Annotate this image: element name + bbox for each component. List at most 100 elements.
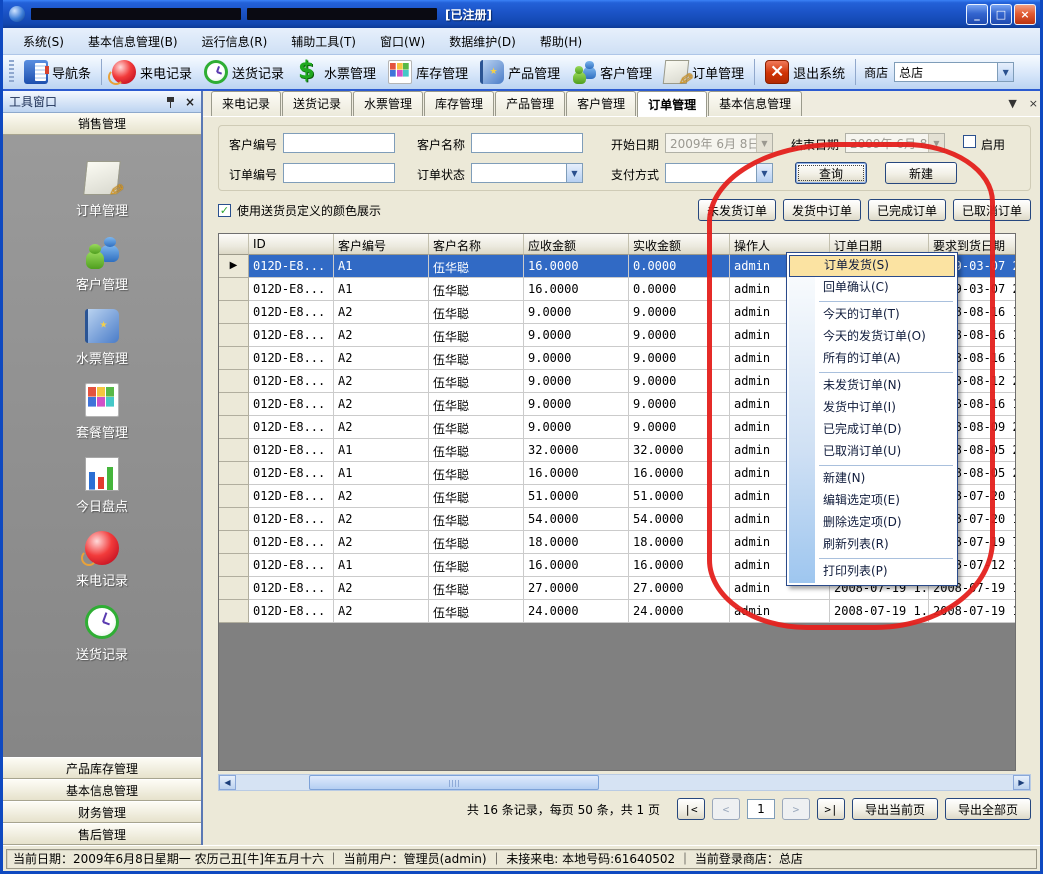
context-menu-item[interactable]: 今天的发货订单(O) bbox=[789, 326, 955, 348]
enable-checkbox[interactable] bbox=[963, 135, 976, 148]
status-filter-button[interactable]: 发货中订单 bbox=[783, 199, 861, 221]
new-button[interactable]: 新建 bbox=[885, 162, 957, 184]
context-menu-item[interactable]: 所有的订单(A) bbox=[789, 348, 955, 370]
sidebar-item-package-grid[interactable]: 套餐管理 bbox=[76, 383, 128, 441]
query-button[interactable]: 查询 bbox=[795, 162, 867, 184]
status-filter-button[interactable]: 已取消订单 bbox=[953, 199, 1031, 221]
tab-库存管理[interactable]: 库存管理 bbox=[424, 91, 494, 116]
export-all-pages-button[interactable]: 导出全部页 bbox=[945, 798, 1031, 820]
sidebar-section-bar[interactable]: 基本信息管理 bbox=[3, 779, 201, 801]
menubar-item[interactable]: 窗口(W) bbox=[368, 29, 437, 54]
scroll-right-icon[interactable]: ▶ bbox=[1013, 775, 1030, 790]
tab-客户管理[interactable]: 客户管理 bbox=[566, 91, 636, 116]
sidebar-item-call-bell[interactable]: 来电记录 bbox=[76, 531, 128, 589]
tab-来电记录[interactable]: 来电记录 bbox=[211, 91, 281, 116]
tab-基本信息管理[interactable]: 基本信息管理 bbox=[708, 91, 802, 116]
close-button[interactable]: × bbox=[1014, 4, 1036, 25]
toolbar-button-delivery-clock[interactable]: 送货记录 bbox=[198, 58, 290, 86]
toolbar-button-inventory-grid[interactable]: 库存管理 bbox=[382, 58, 474, 86]
context-menu-item[interactable]: 未发货订单(N) bbox=[789, 375, 955, 397]
menubar-item[interactable]: 帮助(H) bbox=[528, 29, 594, 54]
toolbar-button-customers[interactable]: 客户管理 bbox=[566, 58, 658, 86]
export-current-page-button[interactable]: 导出当前页 bbox=[852, 798, 938, 820]
menubar-item[interactable]: 辅助工具(T) bbox=[279, 29, 368, 54]
context-menu-item[interactable]: 新建(N) bbox=[789, 468, 955, 490]
menubar-item[interactable]: 基本信息管理(B) bbox=[76, 29, 190, 54]
toolbar-button-exit[interactable]: 退出系统 bbox=[759, 58, 851, 86]
close-icon[interactable]: × bbox=[185, 96, 195, 108]
shop-select[interactable]: 总店▼ bbox=[894, 62, 1014, 82]
chevron-down-icon[interactable]: ▼ bbox=[1008, 97, 1016, 110]
maximize-button[interactable]: □ bbox=[990, 4, 1012, 25]
table-cell: A2 bbox=[334, 485, 429, 508]
table-cell: 16.0000 bbox=[524, 278, 629, 301]
table-cell: 伍华聪 bbox=[429, 255, 524, 278]
first-page-button[interactable]: |< bbox=[677, 798, 705, 820]
toolbar-button-navigator-book[interactable]: 导航条 bbox=[18, 58, 97, 86]
start-date-picker[interactable]: 2009年 6月 8日 ▼ bbox=[665, 133, 773, 153]
table-cell: A1 bbox=[334, 439, 429, 462]
sidebar-item-water-ticket-card[interactable]: 水票管理 bbox=[76, 309, 128, 367]
delivery-clock-icon bbox=[204, 60, 228, 84]
toolbar-button-order-pen[interactable]: 订单管理 bbox=[658, 58, 750, 86]
column-header[interactable]: 应收金额 bbox=[524, 234, 629, 255]
menubar-item[interactable]: 数据维护(D) bbox=[437, 29, 528, 54]
scrollbar-thumb[interactable] bbox=[309, 775, 599, 790]
sidebar-item-chart-bars[interactable]: 今日盘点 bbox=[76, 457, 128, 515]
row-indicator bbox=[219, 462, 249, 485]
context-menu-item[interactable]: 已完成订单(D) bbox=[789, 419, 955, 441]
menubar-item[interactable]: 运行信息(R) bbox=[190, 29, 280, 54]
status-bar: 当前日期：2009年6月8日星期一 农历己丑[牛]年五月十六 ｜ 当前用户：管理… bbox=[3, 845, 1040, 871]
sidebar-item-delivery-clock[interactable]: 送货记录 bbox=[76, 605, 128, 663]
tab-订单管理[interactable]: 订单管理 bbox=[637, 91, 707, 117]
color-checkbox[interactable]: ✓ bbox=[218, 204, 231, 217]
column-header[interactable]: 客户编号 bbox=[334, 234, 429, 255]
tab-产品管理[interactable]: 产品管理 bbox=[495, 91, 565, 116]
minimize-button[interactable]: _ bbox=[966, 4, 988, 25]
column-header[interactable]: 客户名称 bbox=[429, 234, 524, 255]
order-no-input[interactable] bbox=[283, 163, 395, 183]
toolbar-button-product-book[interactable]: 产品管理 bbox=[474, 58, 566, 86]
pin-icon[interactable] bbox=[165, 96, 177, 108]
sidebar-item-label: 送货记录 bbox=[76, 644, 128, 663]
horizontal-scrollbar[interactable]: ◀ ▶ bbox=[218, 774, 1031, 791]
table-row[interactable]: 012D-E8...A2伍华聪24.000024.0000admin2008-0… bbox=[219, 600, 1015, 623]
order-status-select[interactable]: ▼ bbox=[471, 163, 583, 183]
context-menu-item[interactable]: 打印列表(P) bbox=[789, 561, 955, 583]
close-icon[interactable]: × bbox=[1029, 97, 1038, 110]
toolbar-button-dollar[interactable]: 水票管理 bbox=[290, 58, 382, 86]
prev-page-button[interactable]: < bbox=[712, 798, 740, 820]
scroll-left-icon[interactable]: ◀ bbox=[219, 775, 236, 790]
column-header[interactable]: ID bbox=[249, 234, 334, 255]
grid-corner-header[interactable] bbox=[219, 234, 249, 255]
sidebar-item-order-pen[interactable]: 订单管理 bbox=[76, 161, 128, 219]
table-cell: 012D-E8... bbox=[249, 278, 334, 301]
status-filter-button[interactable]: 已完成订单 bbox=[868, 199, 946, 221]
context-menu-item[interactable]: 已取消订单(U) bbox=[789, 441, 955, 463]
context-menu-item[interactable]: 刷新列表(R) bbox=[789, 534, 955, 556]
context-menu-item[interactable]: 发货中订单(I) bbox=[789, 397, 955, 419]
pay-method-select[interactable]: ▼ bbox=[665, 163, 773, 183]
end-date-picker[interactable]: 2009年 6月 8日 ▼ bbox=[845, 133, 945, 153]
customer-name-input[interactable] bbox=[471, 133, 583, 153]
status-filter-button[interactable]: 未发货订单 bbox=[698, 199, 776, 221]
sidebar-section-bar[interactable]: 财务管理 bbox=[3, 801, 201, 823]
sidebar-section-bar[interactable]: 售后管理 bbox=[3, 823, 201, 845]
customer-no-input[interactable] bbox=[283, 133, 395, 153]
menubar-item[interactable]: 系统(S) bbox=[11, 29, 76, 54]
tab-水票管理[interactable]: 水票管理 bbox=[353, 91, 423, 116]
context-menu-item[interactable]: 今天的订单(T) bbox=[789, 304, 955, 326]
context-menu-item[interactable]: 回单确认(C) bbox=[789, 277, 955, 299]
page-number-input[interactable] bbox=[747, 799, 775, 819]
sidebar-item-customers[interactable]: 客户管理 bbox=[76, 235, 128, 293]
context-menu-item[interactable]: 订单发货(S) bbox=[789, 255, 955, 277]
context-menu-item[interactable]: 删除选定项(D) bbox=[789, 512, 955, 534]
column-header[interactable]: 实收金额 bbox=[629, 234, 730, 255]
sidebar-section-bar[interactable]: 产品库存管理 bbox=[3, 757, 201, 779]
toolbar-button-call-bell[interactable]: 来电记录 bbox=[106, 58, 198, 86]
tab-送货记录[interactable]: 送货记录 bbox=[282, 91, 352, 116]
next-page-button[interactable]: > bbox=[782, 798, 810, 820]
sidebar-section-sales[interactable]: 销售管理 bbox=[3, 113, 201, 135]
last-page-button[interactable]: >| bbox=[817, 798, 845, 820]
context-menu-item[interactable]: 编辑选定项(E) bbox=[789, 490, 955, 512]
